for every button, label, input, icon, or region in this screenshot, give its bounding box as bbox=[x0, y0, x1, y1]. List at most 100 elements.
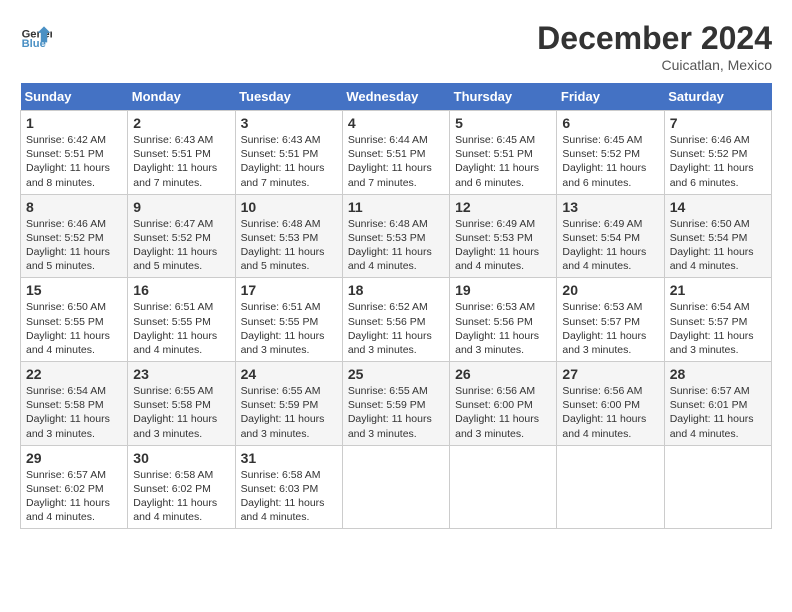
day-number: 18 bbox=[348, 282, 444, 298]
col-tuesday: Tuesday bbox=[235, 83, 342, 111]
table-row: 18 Sunrise: 6:52 AM Sunset: 5:56 PM Dayl… bbox=[342, 278, 449, 362]
calendar-row: 1 Sunrise: 6:42 AM Sunset: 5:51 PM Dayli… bbox=[21, 111, 772, 195]
day-number: 30 bbox=[133, 450, 229, 466]
day-info: Sunrise: 6:46 AM Sunset: 5:52 PM Dayligh… bbox=[26, 217, 122, 274]
calendar-table: Sunday Monday Tuesday Wednesday Thursday… bbox=[20, 83, 772, 529]
day-info: Sunrise: 6:55 AM Sunset: 5:59 PM Dayligh… bbox=[348, 384, 444, 441]
day-number: 3 bbox=[241, 115, 337, 131]
day-info: Sunrise: 6:43 AM Sunset: 5:51 PM Dayligh… bbox=[241, 133, 337, 190]
logo-icon: General Blue bbox=[20, 20, 52, 52]
calendar-row: 29 Sunrise: 6:57 AM Sunset: 6:02 PM Dayl… bbox=[21, 445, 772, 529]
day-info: Sunrise: 6:56 AM Sunset: 6:00 PM Dayligh… bbox=[562, 384, 658, 441]
col-saturday: Saturday bbox=[664, 83, 771, 111]
table-row: 5 Sunrise: 6:45 AM Sunset: 5:51 PM Dayli… bbox=[450, 111, 557, 195]
day-number: 11 bbox=[348, 199, 444, 215]
day-number: 24 bbox=[241, 366, 337, 382]
table-row: 6 Sunrise: 6:45 AM Sunset: 5:52 PM Dayli… bbox=[557, 111, 664, 195]
day-number: 29 bbox=[26, 450, 122, 466]
table-row bbox=[664, 445, 771, 529]
day-info: Sunrise: 6:52 AM Sunset: 5:56 PM Dayligh… bbox=[348, 300, 444, 357]
table-row: 28 Sunrise: 6:57 AM Sunset: 6:01 PM Dayl… bbox=[664, 362, 771, 446]
day-number: 4 bbox=[348, 115, 444, 131]
day-number: 5 bbox=[455, 115, 551, 131]
table-row: 10 Sunrise: 6:48 AM Sunset: 5:53 PM Dayl… bbox=[235, 194, 342, 278]
day-number: 13 bbox=[562, 199, 658, 215]
day-info: Sunrise: 6:47 AM Sunset: 5:52 PM Dayligh… bbox=[133, 217, 229, 274]
day-info: Sunrise: 6:55 AM Sunset: 5:58 PM Dayligh… bbox=[133, 384, 229, 441]
day-info: Sunrise: 6:51 AM Sunset: 5:55 PM Dayligh… bbox=[133, 300, 229, 357]
day-info: Sunrise: 6:42 AM Sunset: 5:51 PM Dayligh… bbox=[26, 133, 122, 190]
day-info: Sunrise: 6:55 AM Sunset: 5:59 PM Dayligh… bbox=[241, 384, 337, 441]
table-row bbox=[450, 445, 557, 529]
day-info: Sunrise: 6:58 AM Sunset: 6:02 PM Dayligh… bbox=[133, 468, 229, 525]
day-info: Sunrise: 6:49 AM Sunset: 5:53 PM Dayligh… bbox=[455, 217, 551, 274]
table-row: 30 Sunrise: 6:58 AM Sunset: 6:02 PM Dayl… bbox=[128, 445, 235, 529]
col-wednesday: Wednesday bbox=[342, 83, 449, 111]
table-row: 23 Sunrise: 6:55 AM Sunset: 5:58 PM Dayl… bbox=[128, 362, 235, 446]
day-info: Sunrise: 6:51 AM Sunset: 5:55 PM Dayligh… bbox=[241, 300, 337, 357]
day-info: Sunrise: 6:45 AM Sunset: 5:51 PM Dayligh… bbox=[455, 133, 551, 190]
calendar-row: 15 Sunrise: 6:50 AM Sunset: 5:55 PM Dayl… bbox=[21, 278, 772, 362]
day-info: Sunrise: 6:53 AM Sunset: 5:57 PM Dayligh… bbox=[562, 300, 658, 357]
logo: General Blue bbox=[20, 20, 52, 52]
table-row: 21 Sunrise: 6:54 AM Sunset: 5:57 PM Dayl… bbox=[664, 278, 771, 362]
table-row bbox=[557, 445, 664, 529]
day-number: 1 bbox=[26, 115, 122, 131]
day-number: 27 bbox=[562, 366, 658, 382]
table-row: 12 Sunrise: 6:49 AM Sunset: 5:53 PM Dayl… bbox=[450, 194, 557, 278]
day-info: Sunrise: 6:54 AM Sunset: 5:57 PM Dayligh… bbox=[670, 300, 766, 357]
table-row: 24 Sunrise: 6:55 AM Sunset: 5:59 PM Dayl… bbox=[235, 362, 342, 446]
calendar-row: 22 Sunrise: 6:54 AM Sunset: 5:58 PM Dayl… bbox=[21, 362, 772, 446]
col-monday: Monday bbox=[128, 83, 235, 111]
day-number: 31 bbox=[241, 450, 337, 466]
col-thursday: Thursday bbox=[450, 83, 557, 111]
day-info: Sunrise: 6:56 AM Sunset: 6:00 PM Dayligh… bbox=[455, 384, 551, 441]
table-row: 3 Sunrise: 6:43 AM Sunset: 5:51 PM Dayli… bbox=[235, 111, 342, 195]
day-info: Sunrise: 6:58 AM Sunset: 6:03 PM Dayligh… bbox=[241, 468, 337, 525]
day-number: 25 bbox=[348, 366, 444, 382]
table-row: 11 Sunrise: 6:48 AM Sunset: 5:53 PM Dayl… bbox=[342, 194, 449, 278]
calendar-row: 8 Sunrise: 6:46 AM Sunset: 5:52 PM Dayli… bbox=[21, 194, 772, 278]
table-row: 19 Sunrise: 6:53 AM Sunset: 5:56 PM Dayl… bbox=[450, 278, 557, 362]
month-title: December 2024 bbox=[537, 20, 772, 57]
col-sunday: Sunday bbox=[21, 83, 128, 111]
table-row: 8 Sunrise: 6:46 AM Sunset: 5:52 PM Dayli… bbox=[21, 194, 128, 278]
day-info: Sunrise: 6:43 AM Sunset: 5:51 PM Dayligh… bbox=[133, 133, 229, 190]
table-row: 31 Sunrise: 6:58 AM Sunset: 6:03 PM Dayl… bbox=[235, 445, 342, 529]
day-number: 17 bbox=[241, 282, 337, 298]
table-row: 1 Sunrise: 6:42 AM Sunset: 5:51 PM Dayli… bbox=[21, 111, 128, 195]
day-number: 20 bbox=[562, 282, 658, 298]
day-number: 14 bbox=[670, 199, 766, 215]
day-info: Sunrise: 6:45 AM Sunset: 5:52 PM Dayligh… bbox=[562, 133, 658, 190]
day-number: 6 bbox=[562, 115, 658, 131]
day-number: 12 bbox=[455, 199, 551, 215]
day-info: Sunrise: 6:50 AM Sunset: 5:55 PM Dayligh… bbox=[26, 300, 122, 357]
table-row: 27 Sunrise: 6:56 AM Sunset: 6:00 PM Dayl… bbox=[557, 362, 664, 446]
table-row: 2 Sunrise: 6:43 AM Sunset: 5:51 PM Dayli… bbox=[128, 111, 235, 195]
day-number: 21 bbox=[670, 282, 766, 298]
day-number: 7 bbox=[670, 115, 766, 131]
table-row: 22 Sunrise: 6:54 AM Sunset: 5:58 PM Dayl… bbox=[21, 362, 128, 446]
table-row bbox=[342, 445, 449, 529]
table-row: 29 Sunrise: 6:57 AM Sunset: 6:02 PM Dayl… bbox=[21, 445, 128, 529]
table-row: 25 Sunrise: 6:55 AM Sunset: 5:59 PM Dayl… bbox=[342, 362, 449, 446]
table-row: 14 Sunrise: 6:50 AM Sunset: 5:54 PM Dayl… bbox=[664, 194, 771, 278]
day-number: 8 bbox=[26, 199, 122, 215]
table-row: 13 Sunrise: 6:49 AM Sunset: 5:54 PM Dayl… bbox=[557, 194, 664, 278]
table-row: 20 Sunrise: 6:53 AM Sunset: 5:57 PM Dayl… bbox=[557, 278, 664, 362]
day-info: Sunrise: 6:50 AM Sunset: 5:54 PM Dayligh… bbox=[670, 217, 766, 274]
location: Cuicatlan, Mexico bbox=[537, 57, 772, 73]
header: General Blue December 2024 Cuicatlan, Me… bbox=[20, 20, 772, 73]
day-info: Sunrise: 6:53 AM Sunset: 5:56 PM Dayligh… bbox=[455, 300, 551, 357]
day-info: Sunrise: 6:48 AM Sunset: 5:53 PM Dayligh… bbox=[241, 217, 337, 274]
day-number: 22 bbox=[26, 366, 122, 382]
day-number: 2 bbox=[133, 115, 229, 131]
table-row: 15 Sunrise: 6:50 AM Sunset: 5:55 PM Dayl… bbox=[21, 278, 128, 362]
day-info: Sunrise: 6:46 AM Sunset: 5:52 PM Dayligh… bbox=[670, 133, 766, 190]
day-number: 23 bbox=[133, 366, 229, 382]
day-number: 9 bbox=[133, 199, 229, 215]
day-number: 16 bbox=[133, 282, 229, 298]
table-row: 9 Sunrise: 6:47 AM Sunset: 5:52 PM Dayli… bbox=[128, 194, 235, 278]
day-info: Sunrise: 6:48 AM Sunset: 5:53 PM Dayligh… bbox=[348, 217, 444, 274]
table-row: 26 Sunrise: 6:56 AM Sunset: 6:00 PM Dayl… bbox=[450, 362, 557, 446]
